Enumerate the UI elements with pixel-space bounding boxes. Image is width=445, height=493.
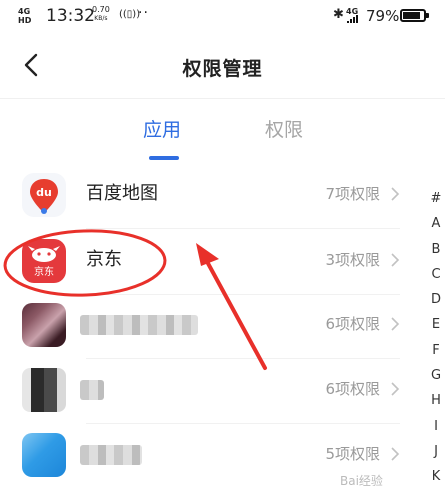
jd-icon-label: 京东	[34, 265, 54, 278]
blurred-app-icon	[22, 303, 66, 347]
chevron-right-icon	[391, 447, 400, 461]
status-time: 13:32	[46, 6, 95, 26]
bluetooth-icon: ✱	[333, 7, 344, 22]
alphabet-index-bar[interactable]: # A B C D E F G H I J K	[428, 186, 444, 490]
tab-apps[interactable]: 应用	[143, 118, 181, 142]
status-bar: 4G HD 13:32 0.70 KB/s ((▯)) ·· ✱ 4G 79%	[0, 0, 445, 36]
index-letter[interactable]: B	[428, 237, 444, 262]
index-letter[interactable]: I	[428, 414, 444, 439]
svg-text:du: du	[36, 186, 52, 199]
app-row-blurred[interactable]: 6项权限	[0, 358, 420, 424]
header-divider	[0, 98, 445, 99]
permission-count: 6项权限	[325, 380, 380, 398]
blurred-app-name	[80, 445, 142, 465]
app-row-blurred[interactable]: 6项权限	[0, 293, 420, 359]
permission-count: 6项权限	[325, 315, 380, 333]
index-letter[interactable]: #	[428, 186, 444, 211]
app-row-baidu-maps[interactable]: du 百度地图 7项权限	[0, 163, 420, 229]
app-header: 权限管理	[0, 36, 445, 98]
index-letter[interactable]: G	[428, 363, 444, 388]
blurred-app-name	[80, 380, 104, 400]
tab-permissions[interactable]: 权限	[265, 118, 303, 142]
index-letter[interactable]: K	[428, 464, 444, 489]
permission-count: 3项权限	[325, 251, 380, 269]
permission-count: 5项权限	[325, 445, 380, 463]
index-letter[interactable]: F	[428, 338, 444, 363]
jd-icon: 京东	[22, 239, 66, 283]
index-letter[interactable]: A	[428, 211, 444, 236]
battery-icon	[400, 9, 429, 22]
network-indicator: 4G HD	[18, 7, 32, 25]
page-title: 权限管理	[182, 58, 263, 80]
index-letter[interactable]: J	[428, 439, 444, 464]
permission-count: 7项权限	[325, 185, 380, 203]
blurred-app-name	[80, 315, 198, 335]
blurred-app-icon	[22, 433, 66, 477]
app-name: 百度地图	[86, 183, 158, 204]
app-row-jd[interactable]: 京东 京东 3项权限	[0, 229, 420, 295]
chevron-right-icon	[391, 317, 400, 331]
index-letter[interactable]: C	[428, 262, 444, 287]
watermark: Bai经验	[340, 474, 383, 488]
index-letter[interactable]: E	[428, 312, 444, 337]
active-tab-indicator	[149, 156, 179, 160]
chevron-right-icon	[391, 382, 400, 396]
battery-fill	[403, 12, 421, 19]
index-letter[interactable]: H	[428, 388, 444, 413]
baidu-maps-icon: du	[22, 173, 66, 217]
chevron-right-icon	[391, 187, 400, 201]
index-letter[interactable]: D	[428, 287, 444, 312]
blurred-app-icon	[22, 368, 66, 412]
vibrate-icon: ((▯))	[119, 9, 141, 20]
app-name: 京东	[86, 249, 122, 270]
network-speed: 0.70 KB/s	[92, 5, 110, 22]
signal-strength-icon	[347, 15, 358, 23]
chevron-right-icon	[391, 253, 400, 267]
battery-percent: 79%	[366, 7, 400, 25]
more-notifications-icon: ··	[138, 5, 149, 21]
